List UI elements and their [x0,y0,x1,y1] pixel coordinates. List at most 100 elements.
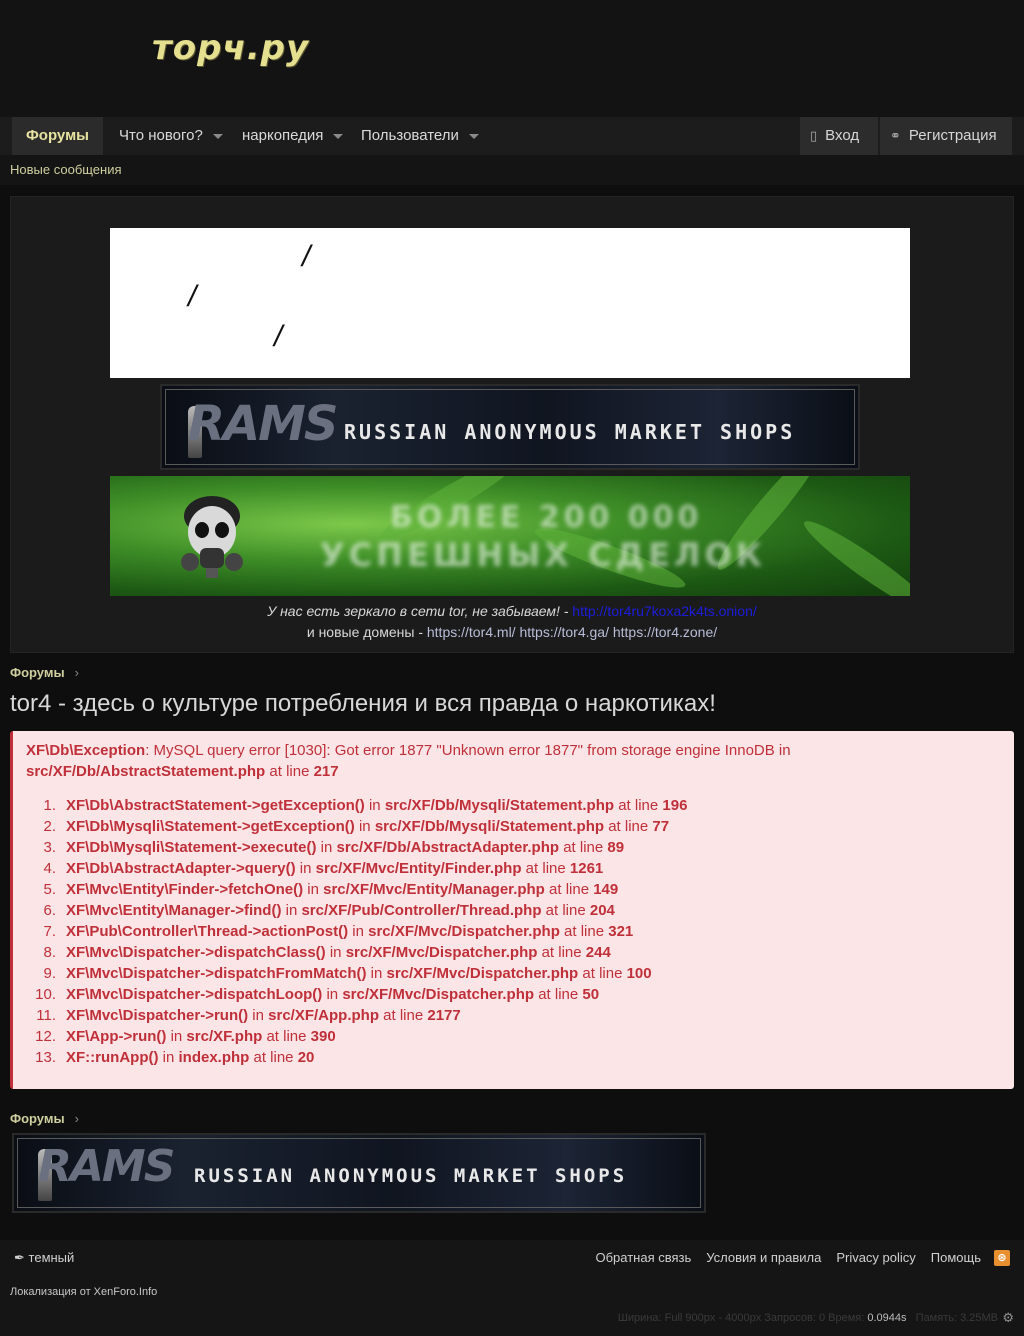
exception-class: XF\Db\Exception [26,742,146,759]
trace-line: 149 [593,881,619,898]
trace-number: 8. [43,944,56,961]
error-file: src/XF/Db/AbstractStatement.php [26,763,266,780]
error-at-line: at line [265,763,314,780]
register-button[interactable]: ⚭ Регистрация [880,117,1012,155]
feedback-link[interactable]: Обратная связь [596,1250,692,1265]
gasmask-skull-icon [181,496,243,578]
trace-function: XF::runApp() [66,1049,159,1066]
trace-line: 100 [626,965,652,982]
rams-banner-bottom[interactable]: RAMS RUSSIAN ANONYMOUS MARKET SHOPS [12,1133,706,1213]
trace-row: 6. XF\Mvc\Entity\Manager->find() in src/X… [26,900,687,921]
rams-logo: RAMS [38,1141,175,1192]
trace-function: XF\Mvc\Dispatcher->run() [66,1007,249,1024]
tab-forums[interactable]: Форумы [12,117,103,155]
sub-navbar: Новые сообщения [0,155,1024,185]
rams-tagline: RUSSIAN ANONYMOUS MARKET SHOPS [344,420,796,444]
site-logo[interactable]: торч.ру [152,28,309,68]
tab-users[interactable]: Пользователи [361,117,479,155]
trace-number: 4. [43,860,56,877]
trace-row: 8. XF\Mvc\Dispatcher->dispatchClass() in … [26,942,687,963]
trace-file: src/XF/Mvc/Dispatcher.php [342,986,535,1003]
error-message: : MySQL query error [1030]: Got error 18… [145,742,791,759]
main-navbar: Форумы Что нового? наркопедия Пользовате… [0,117,1024,155]
footer-links: Обратная связь Условия и правила Privacy p… [581,1250,982,1265]
trace-number: 1. [43,797,56,814]
breadcrumb-forums[interactable]: Форумы [10,1111,65,1126]
white-ad-slot: / / / [110,228,910,378]
help-link[interactable]: Помощь [931,1250,981,1265]
chevron-down-icon[interactable] [333,133,344,139]
trace-file: src/XF.php [186,1028,263,1045]
trace-file: src/XF/Mvc/Dispatcher.php [386,965,579,982]
trace-number: 12. [35,1028,56,1045]
rams-banner[interactable]: RAMS RUSSIAN ANONYMOUS MARKET SHOPS [160,384,860,470]
trace-function: XF\Db\AbstractStatement->getException() [66,797,365,814]
tab-forums-label: Форумы [26,127,89,144]
slash-mark: / [274,320,283,353]
style-chooser[interactable]: ✒ темный [14,1250,74,1266]
tab-users-label: Пользователи [361,127,459,144]
new-messages-link[interactable]: Новые сообщения [10,162,122,177]
stats-memory: Память: 3.25MB [915,1312,998,1324]
trace-line: 390 [310,1028,336,1045]
trace-number: 10. [35,986,56,1003]
mirror-notice: У нас есть зеркало в сети tor, не забыва… [0,603,1024,619]
domains-links[interactable]: https://tor4.ml/ https://tor4.ga/ https:… [427,624,717,640]
trace-row: 11. XF\Mvc\Dispatcher->run() in src/XF/Ap… [26,1005,687,1026]
trace-file: src/XF/Mvc/Entity/Manager.php [323,881,545,898]
brush-icon: ✒ [14,1250,25,1265]
login-button[interactable]: ▯ Вход [800,117,879,155]
chevron-right-icon: › [74,665,79,680]
trace-row: 1. XF\Db\AbstractStatement->getException(… [26,795,687,816]
error-header: XF\Db\Exception: MySQL query error [1030… [26,740,814,782]
tab-narcopedia[interactable]: наркопедия [242,117,344,155]
trace-row: 2. XF\Db\Mysqli\Statement->getException()… [26,816,687,837]
terms-link[interactable]: Условия и правила [706,1250,821,1265]
trace-file: src/XF/App.php [268,1007,379,1024]
trace-file: src/XF/Db/Mysqli/Statement.php [384,797,615,814]
trace-line: 1261 [569,860,604,877]
trace-line: 77 [652,818,670,835]
deals-banner[interactable]: БОЛЕЕ 200 000 УСПЕШНЫХ СДЕЛОК [110,476,910,596]
trace-function: XF\Db\AbstractAdapter->query() [66,860,296,877]
trace-function: XF\Pub\Controller\Thread->actionPost() [66,923,349,940]
slash-mark: / [188,280,197,313]
trace-number: 13. [35,1049,56,1066]
trace-file: src/XF/Mvc/Dispatcher.php [368,923,560,940]
chevron-down-icon[interactable] [212,133,223,139]
breadcrumb-forums[interactable]: Форумы [10,665,65,680]
door-icon: ▯ [810,128,818,143]
onion-link[interactable]: http://tor4ru7koxa2k4ts.onion/ [572,603,756,619]
rss-icon[interactable]: ⊛ [994,1250,1010,1266]
trace-row: 10. XF\Mvc\Dispatcher->dispatchLoop() in … [26,984,687,1005]
trace-number: 6. [43,902,56,919]
trace-line: 89 [607,839,625,856]
stats-time: 0.0944s [867,1312,907,1324]
style-chooser-label: темный [28,1250,75,1265]
trace-line: 50 [582,986,600,1003]
trace-row: 7. XF\Pub\Controller\Thread->actionPost()… [26,921,687,942]
trace-function: XF\Db\Mysqli\Statement->execute() [66,839,317,856]
chevron-down-icon[interactable] [468,133,479,139]
trace-file: src/XF/Pub/Controller/Thread.php [301,902,542,919]
domains-text: и новые домены - [306,624,427,640]
trace-number: 2. [43,818,56,835]
trace-line: 196 [662,797,688,814]
trace-function: XF\App->run() [66,1028,167,1045]
gear-icon[interactable]: ⚙ [1002,1310,1014,1326]
privacy-link[interactable]: Privacy policy [836,1250,915,1265]
rams-logo: RAMS [188,396,338,452]
rams-tagline: RUSSIAN ANONYMOUS MARKET SHOPS [194,1165,628,1187]
trace-number: 7. [43,923,56,940]
tab-narcopedia-label: наркопедия [242,127,324,144]
key-icon: ⚭ [890,128,901,143]
tab-whats-new[interactable]: Что нового? [119,117,223,155]
trace-function: XF\Mvc\Dispatcher->dispatchClass() [66,944,326,961]
trace-row: 9. XF\Mvc\Dispatcher->dispatchFromMatch()… [26,963,687,984]
debug-stats: Ширина: Full 900px - 4000px Запросов: 0 … [618,1312,998,1324]
stack-trace: 1. XF\Db\AbstractStatement->getException(… [26,795,687,1068]
localization-credit[interactable]: Локализация от XenForo.Info [10,1286,157,1298]
breadcrumb: Форумы › [10,665,79,680]
site-header: торч.ру [0,0,1024,117]
error-line: 217 [313,763,339,780]
